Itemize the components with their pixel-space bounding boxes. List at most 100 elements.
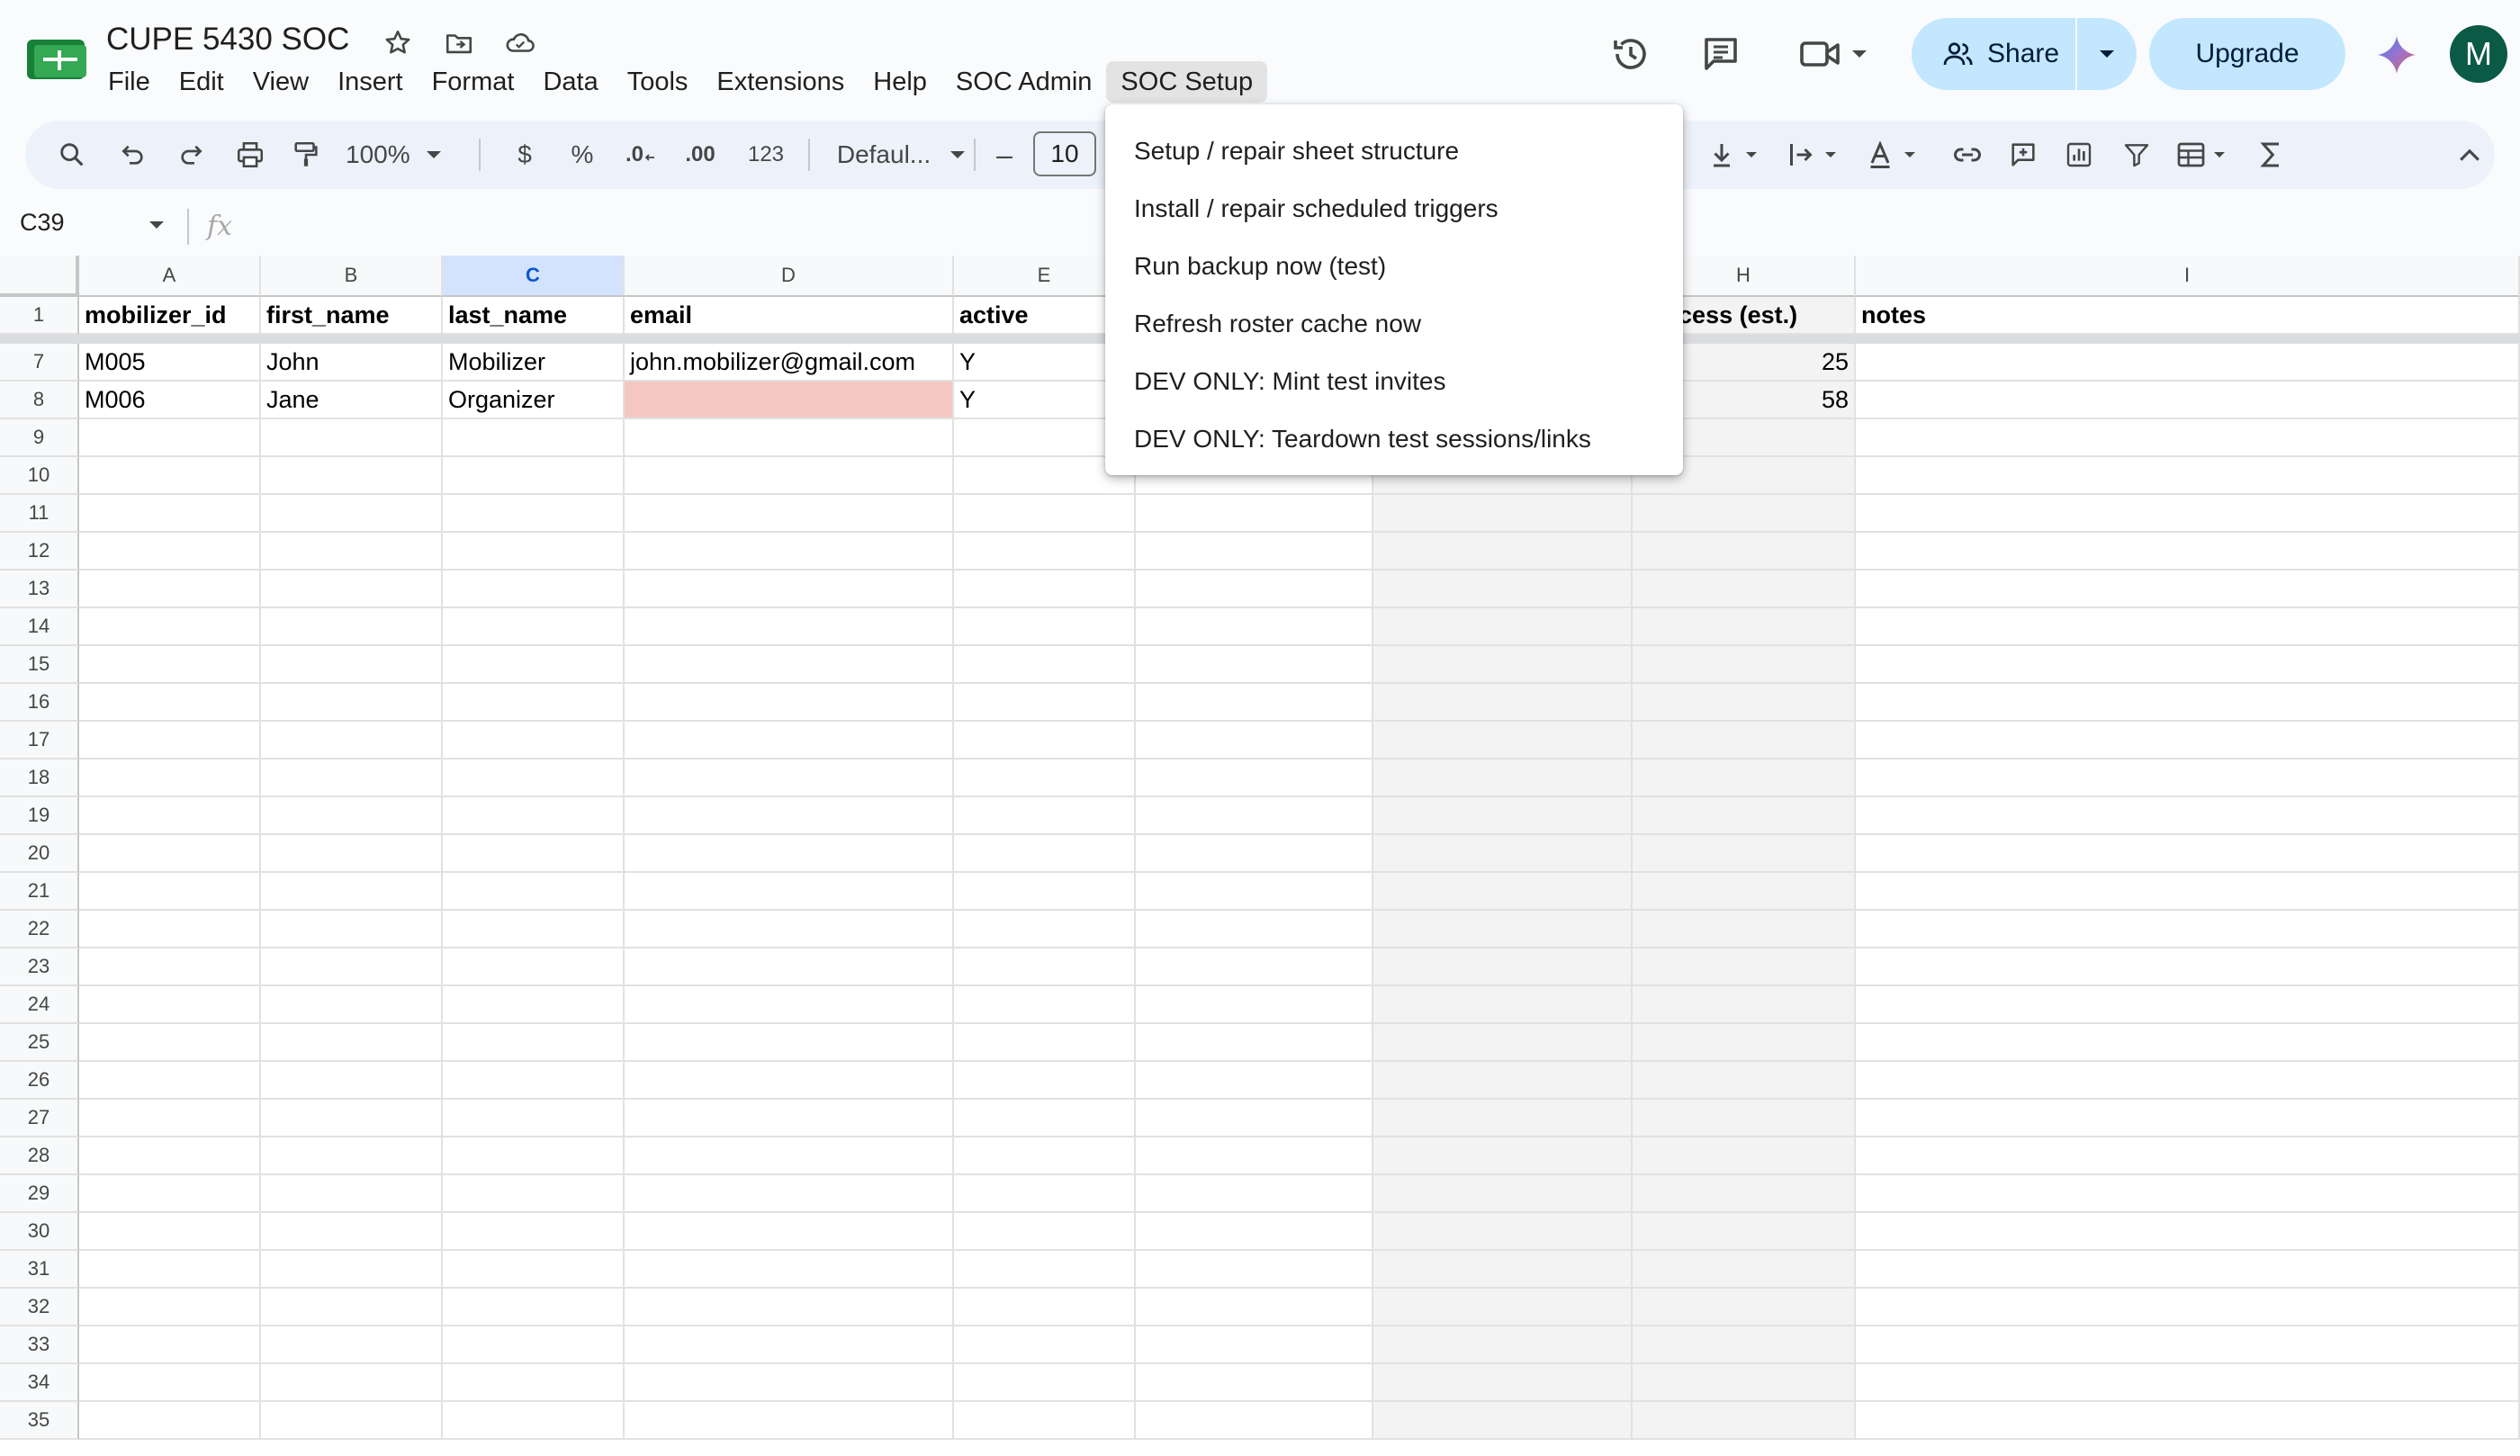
table-cell[interactable] [443, 948, 625, 986]
table-cell[interactable] [625, 797, 954, 835]
row-header[interactable]: 19 [0, 797, 79, 835]
print-icon[interactable] [225, 121, 275, 189]
table-cell[interactable] [1136, 1364, 1373, 1402]
table-cell[interactable] [79, 646, 261, 684]
table-cell[interactable] [1136, 533, 1373, 571]
row-header[interactable]: 28 [0, 1137, 79, 1175]
table-cell[interactable] [79, 608, 261, 646]
table-cell[interactable] [625, 1024, 954, 1062]
table-cell[interactable] [625, 759, 954, 797]
table-cell[interactable] [261, 1326, 443, 1364]
table-cell[interactable] [1856, 1024, 2520, 1062]
table-cell[interactable] [625, 1402, 954, 1440]
table-cell[interactable] [443, 419, 625, 457]
table-cell[interactable] [1856, 1175, 2520, 1213]
comments-icon[interactable] [1699, 32, 1742, 80]
table-cell[interactable] [79, 1251, 261, 1289]
table-cell[interactable] [954, 1137, 1136, 1175]
table-cell[interactable] [1373, 1137, 1633, 1175]
table-cell[interactable] [1136, 1100, 1373, 1137]
table-cell[interactable] [1136, 986, 1373, 1024]
share-dropdown-button[interactable] [2077, 49, 2137, 59]
redo-icon[interactable] [166, 121, 216, 189]
table-cell[interactable] [443, 1137, 625, 1175]
table-cell[interactable] [1136, 1137, 1373, 1175]
table-cell[interactable] [625, 495, 954, 533]
table-cell[interactable] [1856, 344, 2520, 382]
column-header[interactable]: A [79, 256, 261, 297]
table-cell[interactable] [79, 1100, 261, 1137]
table-cell[interactable] [625, 419, 954, 457]
table-cell[interactable] [1856, 1326, 2520, 1364]
table-cell[interactable] [261, 533, 443, 571]
soc-setup-menu-item[interactable]: Run backup now (test) [1105, 238, 1683, 295]
table-cell[interactable] [1373, 684, 1633, 722]
table-cell[interactable] [79, 1326, 261, 1364]
table-cell[interactable] [1633, 1364, 1856, 1402]
table-cell[interactable] [1136, 797, 1373, 835]
row-header[interactable]: 21 [0, 873, 79, 911]
menu-file[interactable]: File [94, 61, 165, 103]
table-cell[interactable] [1633, 495, 1856, 533]
move-folder-icon[interactable] [439, 25, 479, 61]
soc-setup-menu-item[interactable]: DEV ONLY: Teardown test sessions/links [1105, 410, 1683, 468]
table-cell[interactable] [1136, 911, 1373, 948]
menu-insert[interactable]: Insert [323, 61, 418, 103]
header-cell[interactable]: notes [1856, 297, 2520, 335]
table-cell[interactable] [1373, 911, 1633, 948]
table-cell[interactable] [625, 873, 954, 911]
font-size-input[interactable]: 10 [1033, 131, 1096, 176]
undo-icon[interactable] [108, 121, 158, 189]
table-cell[interactable] [79, 1175, 261, 1213]
table-cell[interactable] [1856, 722, 2520, 759]
table-cell[interactable] [261, 1251, 443, 1289]
table-cell[interactable] [1856, 608, 2520, 646]
table-cell[interactable] [1633, 797, 1856, 835]
table-cell[interactable] [625, 1213, 954, 1251]
table-cell[interactable] [1856, 1062, 2520, 1100]
table-cell[interactable] [79, 797, 261, 835]
table-cell[interactable] [261, 1289, 443, 1326]
menu-help[interactable]: Help [859, 61, 941, 103]
table-cell[interactable] [954, 1364, 1136, 1402]
insert-link-icon[interactable] [1942, 121, 1993, 189]
row-header[interactable]: 18 [0, 759, 79, 797]
table-cell[interactable] [261, 722, 443, 759]
table-cell[interactable] [261, 495, 443, 533]
table-cell[interactable] [79, 1062, 261, 1100]
table-cell[interactable] [1856, 1251, 2520, 1289]
table-cell[interactable] [79, 759, 261, 797]
row-header[interactable]: 13 [0, 571, 79, 608]
table-cell[interactable] [261, 1100, 443, 1137]
table-cell[interactable] [1136, 1251, 1373, 1289]
table-cell[interactable] [1136, 684, 1373, 722]
row-header[interactable]: 24 [0, 986, 79, 1024]
table-cell[interactable] [443, 986, 625, 1024]
table-cell[interactable] [443, 1402, 625, 1440]
soc-setup-menu-item[interactable]: Refresh roster cache now [1105, 295, 1683, 353]
table-cell[interactable] [261, 608, 443, 646]
table-cell[interactable] [1633, 722, 1856, 759]
row-header[interactable]: 16 [0, 684, 79, 722]
row-header[interactable]: 25 [0, 1024, 79, 1062]
table-cell[interactable] [261, 911, 443, 948]
table-cell[interactable] [443, 835, 625, 873]
table-cell[interactable] [1136, 646, 1373, 684]
table-cell[interactable] [1633, 1175, 1856, 1213]
table-cell[interactable] [625, 382, 954, 419]
table-cell[interactable] [1373, 1326, 1633, 1364]
table-cell[interactable] [1136, 835, 1373, 873]
table-cell[interactable] [1373, 797, 1633, 835]
table-cell[interactable] [1373, 986, 1633, 1024]
table-cell[interactable] [954, 1213, 1136, 1251]
table-cell[interactable] [1856, 835, 2520, 873]
table-cell[interactable] [1856, 873, 2520, 911]
table-cell[interactable] [79, 722, 261, 759]
table-cell[interactable] [1856, 1213, 2520, 1251]
table-cell[interactable] [1856, 1289, 2520, 1326]
table-cell[interactable] [1136, 1326, 1373, 1364]
table-cell[interactable] [443, 684, 625, 722]
table-cell[interactable] [1633, 986, 1856, 1024]
table-cell[interactable] [625, 1364, 954, 1402]
table-cell[interactable] [954, 948, 1136, 986]
